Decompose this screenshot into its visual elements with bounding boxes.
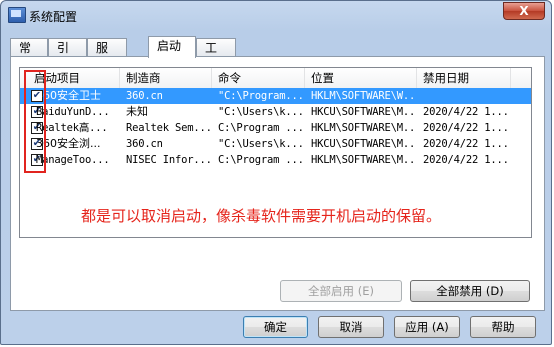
enable-all-button[interactable]: 全部启用 (E) (280, 280, 402, 302)
disable-all-button[interactable]: 全部禁用 (D) (410, 280, 530, 302)
cell-location: HKLM\SOFTWARE\W... (311, 90, 417, 102)
cell-item: 360安全浏... (36, 137, 101, 150)
cell-date: 2020/4/22 1... (423, 106, 509, 118)
column-header-maker[interactable]: 制造商 (120, 68, 212, 88)
cell-date: 2020/4/22 1... (423, 122, 509, 134)
cell-command: "C:\Program... (218, 90, 304, 102)
apply-button[interactable]: 应用 (A) (394, 316, 460, 338)
cell-location: HKLM\SOFTWARE\M... (311, 154, 417, 166)
window-title: 系统配置 (29, 10, 78, 24)
table-row[interactable]: ✔ ManageToo... NISEC Infor... C:\Program… (20, 152, 531, 168)
cell-maker: NISEC Infor... (126, 154, 212, 166)
tab-general[interactable]: 常规 (10, 38, 48, 73)
column-header-filler (511, 68, 531, 88)
cell-date (417, 88, 511, 104)
cell-item: ManageToo... (36, 154, 110, 166)
cell-location: HKCU\SOFTWARE\M... (311, 138, 417, 150)
tab-startup[interactable]: 启动 (148, 36, 196, 58)
cell-command: C:\Program ... (218, 122, 304, 134)
list-header: 启动项目 制造商 命令 位置 禁用日期 (20, 68, 531, 89)
ok-button[interactable]: 确定 (243, 316, 308, 338)
cell-item: 360安全卫士 (36, 89, 101, 102)
cell-location: HKLM\SOFTWARE\M... (311, 122, 417, 134)
table-row[interactable]: ✔ BaiduYunD... 未知 "C:\Users\k... HKCU\SO… (20, 104, 531, 120)
checkbox-highlight-box (24, 70, 46, 173)
column-header-location[interactable]: 位置 (305, 68, 417, 88)
table-row[interactable]: ✔ 360安全浏... 360.cn "C:\Users\k... HKCU\S… (20, 136, 531, 152)
cell-maker: Realtek Sem... (126, 122, 212, 134)
system-config-icon (8, 7, 26, 23)
cell-command: "C:\Users\k... (218, 138, 304, 150)
annotation-text: 都是可以取消启动，像杀毒软件需要开机启动的保留。 (81, 207, 442, 225)
cancel-button[interactable]: 取消 (318, 316, 384, 338)
cell-date: 2020/4/22 1... (423, 154, 509, 166)
cell-item: Realtek高... (36, 122, 108, 134)
title-bar[interactable]: 系统配置 X (1, 1, 551, 29)
column-header-date[interactable]: 禁用日期 (417, 68, 511, 88)
tab-boot[interactable]: 引导 (48, 38, 87, 73)
table-row[interactable]: ✔ 360安全卫士 360.cn "C:\Program... HKLM\SOF… (20, 88, 531, 104)
system-config-window: 系统配置 X 常规 引导 服务 启动 工具 启动项目 制造商 命令 位置 禁用日… (0, 0, 552, 345)
close-button[interactable]: X (503, 2, 545, 20)
cell-date: 2020/4/22 1... (423, 138, 509, 150)
table-row[interactable]: ✔ Realtek高... Realtek Sem... C:\Program … (20, 120, 531, 136)
cell-maker: 360.cn (126, 138, 163, 150)
cell-command: "C:\Users\k... (218, 106, 304, 118)
help-button[interactable]: 帮助 (470, 316, 536, 338)
cell-maker: 未知 (126, 105, 148, 118)
cell-item: BaiduYunD... (36, 106, 110, 118)
tab-tools[interactable]: 工具 (196, 38, 236, 73)
cell-command: C:\Program ... (218, 154, 304, 166)
tab-services[interactable]: 服务 (87, 38, 127, 73)
cell-location: HKCU\SOFTWARE\M... (311, 106, 417, 118)
cell-maker: 360.cn (126, 90, 163, 102)
column-header-command[interactable]: 命令 (212, 68, 305, 88)
